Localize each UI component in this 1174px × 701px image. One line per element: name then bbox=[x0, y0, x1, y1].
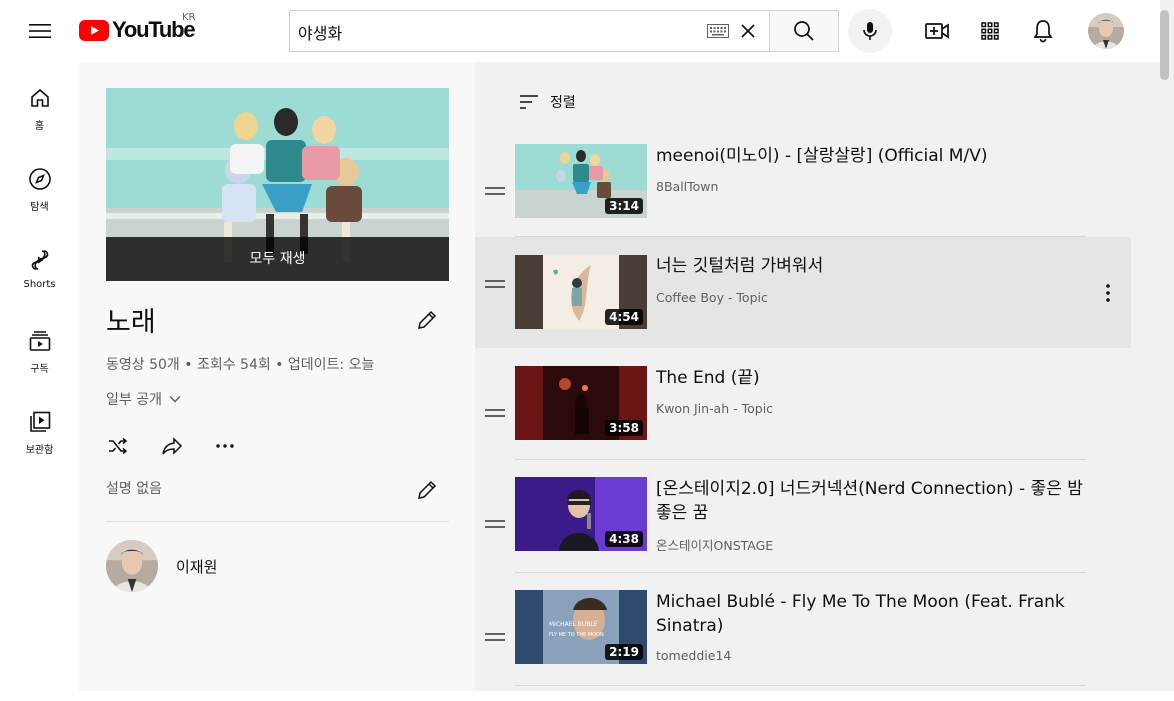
edit-title-button[interactable] bbox=[415, 308, 439, 332]
compass-icon bbox=[28, 168, 51, 190]
duration-badge: 4:54 bbox=[605, 309, 643, 325]
nav-item-subscriptions[interactable]: 구독 bbox=[0, 329, 79, 375]
drag-handle-icon[interactable] bbox=[485, 519, 505, 529]
playlist-video-row[interactable]: 4:54 너는 깃털처럼 가벼워서 Coffee Boy - Topic bbox=[475, 237, 1131, 348]
shuffle-icon bbox=[109, 437, 128, 455]
scrollbar-thumb[interactable] bbox=[1160, 10, 1169, 80]
more-actions-button[interactable] bbox=[213, 434, 237, 458]
youtube-logo[interactable]: YouTube bbox=[79, 17, 196, 43]
nav-item-home[interactable]: 홈 bbox=[0, 86, 79, 132]
close-icon bbox=[741, 24, 755, 38]
drag-handle-icon[interactable] bbox=[485, 279, 505, 289]
sort-button[interactable]: 정렬 bbox=[517, 90, 576, 114]
drag-handle-icon[interactable] bbox=[485, 408, 505, 418]
shuffle-button[interactable] bbox=[106, 434, 130, 458]
video-thumbnail[interactable]: 3:58 bbox=[515, 366, 647, 440]
microphone-icon bbox=[863, 22, 877, 40]
video-channel[interactable]: Coffee Boy - Topic bbox=[656, 290, 768, 305]
row-divider bbox=[515, 572, 1086, 573]
playlist-stats: 동영상 50개 • 조회수 54회 • 업데이트: 오늘 bbox=[106, 357, 375, 373]
user-avatar-image bbox=[106, 540, 158, 592]
drag-handle-icon[interactable] bbox=[485, 186, 505, 196]
duration-badge: 2:19 bbox=[605, 644, 643, 660]
youtube-play-icon bbox=[79, 19, 109, 41]
duration-badge: 3:58 bbox=[605, 420, 643, 436]
hamburger-icon bbox=[29, 24, 51, 38]
playlist-video-row[interactable]: 3:58 The End (끝) Kwon Jin-ah - Topic bbox=[475, 366, 1131, 477]
svg-text:MICHAEL BUBLÉ: MICHAEL BUBLÉ bbox=[549, 620, 598, 628]
user-avatar-image bbox=[1088, 13, 1124, 49]
playlist-description: 설명 없음 bbox=[106, 481, 162, 497]
search-query-text: 야생화 bbox=[298, 24, 343, 43]
row-divider bbox=[515, 459, 1086, 460]
nav-item-explore[interactable]: 탐색 bbox=[0, 167, 79, 213]
nav-label: 구독 bbox=[30, 364, 49, 375]
video-title[interactable]: Michael Bublé - Fly Me To The Moon (Feat… bbox=[656, 590, 1086, 638]
nav-item-shorts[interactable]: Shorts bbox=[0, 248, 79, 290]
notifications-button[interactable] bbox=[1029, 17, 1057, 45]
voice-search-button[interactable] bbox=[848, 9, 892, 53]
share-button[interactable] bbox=[160, 434, 184, 458]
video-title[interactable]: The End (끝) bbox=[656, 366, 1086, 390]
edit-description-button[interactable] bbox=[415, 478, 439, 502]
row-divider bbox=[515, 685, 1086, 686]
nav-item-library[interactable]: 보관함 bbox=[0, 410, 79, 456]
more-vertical-icon bbox=[1106, 284, 1110, 302]
nav-label: 탐색 bbox=[30, 202, 49, 213]
subscriptions-icon bbox=[29, 331, 50, 351]
chevron-down-icon bbox=[169, 395, 181, 403]
nav-label: Shorts bbox=[23, 279, 56, 290]
duration-badge: 3:14 bbox=[605, 198, 643, 214]
divider bbox=[106, 521, 449, 522]
video-title[interactable]: [온스테이지2.0] 너드커넥션(Nerd Connection) - 좋은 밤… bbox=[656, 477, 1086, 525]
nav-label: 보관함 bbox=[25, 445, 54, 456]
share-icon bbox=[162, 437, 183, 455]
video-thumbnail[interactable]: MICHAEL BUBLÉ FLY ME TO THE MOON 2:19 bbox=[515, 590, 647, 664]
scrollbar-track[interactable] bbox=[1160, 0, 1174, 691]
account-avatar[interactable] bbox=[1088, 13, 1124, 49]
create-button[interactable] bbox=[923, 17, 951, 45]
region-code: KR bbox=[182, 12, 196, 23]
video-thumbnail[interactable]: 3:14 bbox=[515, 144, 647, 218]
video-channel[interactable]: tomeddie14 bbox=[656, 648, 731, 663]
pencil-icon bbox=[418, 480, 437, 499]
play-all-button[interactable]: 모두 재생 bbox=[106, 237, 449, 281]
pencil-icon bbox=[418, 310, 437, 329]
video-channel[interactable]: 8BallTown bbox=[656, 179, 718, 194]
search-button[interactable] bbox=[769, 10, 839, 52]
video-channel[interactable]: Kwon Jin-ah - Topic bbox=[656, 401, 773, 416]
apps-grid-icon bbox=[981, 22, 999, 40]
video-title[interactable]: meenoi(미노이) - [살랑살랑] (Official M/V) bbox=[656, 144, 1086, 168]
sort-label: 정렬 bbox=[550, 95, 576, 111]
owner-avatar[interactable] bbox=[106, 540, 158, 592]
home-icon bbox=[30, 88, 49, 107]
search-icon bbox=[794, 21, 814, 41]
video-channel[interactable]: 온스테이지ONSTAGE bbox=[656, 535, 773, 554]
drag-handle-icon[interactable] bbox=[485, 632, 505, 642]
sort-icon bbox=[520, 95, 538, 109]
nav-label: 홈 bbox=[34, 121, 45, 132]
playlist-title: 노래 bbox=[106, 307, 156, 338]
video-thumbnail[interactable]: 4:38 bbox=[515, 477, 647, 551]
video-thumbnail[interactable]: 4:54 bbox=[515, 255, 647, 329]
owner-name[interactable]: 이재원 bbox=[176, 556, 217, 577]
menu-button[interactable] bbox=[22, 18, 58, 44]
guide-sidebar: 홈 탐색 Shorts 구독 보관함 bbox=[0, 62, 79, 691]
bell-icon bbox=[1033, 20, 1053, 43]
duration-badge: 4:38 bbox=[605, 531, 643, 547]
masthead: YouTube KR 야생화 bbox=[0, 0, 1174, 62]
privacy-label: 일부 공개 bbox=[106, 392, 162, 408]
video-title[interactable]: 너는 깃털처럼 가벼워서 bbox=[656, 254, 1086, 278]
svg-text:FLY ME TO THE MOON: FLY ME TO THE MOON bbox=[549, 632, 604, 638]
apps-button[interactable] bbox=[976, 17, 1004, 45]
keyboard-icon[interactable] bbox=[707, 24, 729, 38]
search-input[interactable] bbox=[289, 10, 770, 52]
clear-search-button[interactable] bbox=[740, 23, 756, 39]
more-horizontal-icon bbox=[216, 444, 234, 448]
privacy-dropdown[interactable]: 일부 공개 bbox=[106, 389, 183, 409]
shorts-icon bbox=[31, 250, 48, 270]
video-add-icon bbox=[925, 23, 949, 39]
video-menu-button[interactable] bbox=[1098, 282, 1118, 304]
library-icon bbox=[29, 411, 50, 432]
